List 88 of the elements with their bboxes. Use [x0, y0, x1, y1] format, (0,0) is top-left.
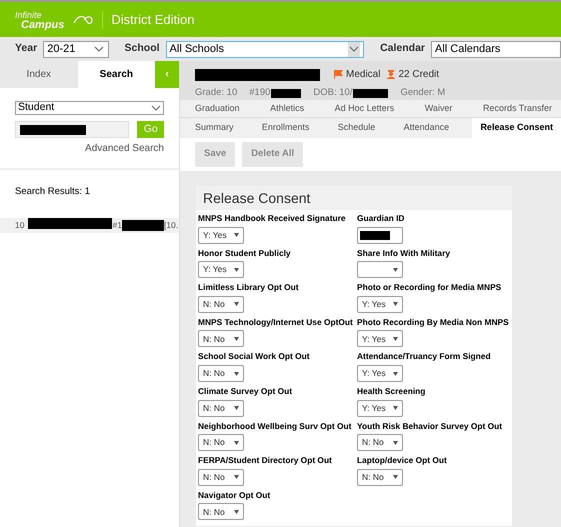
- dropdown-arrow-icon: [393, 475, 398, 480]
- dropdown-arrow-icon: [234, 440, 239, 445]
- field-label: Honor Student Publicly: [198, 246, 292, 260]
- field-label: Youth Risk Behavior Survey Opt Out: [357, 420, 504, 432]
- field-label: Climate Survey Opt Out: [198, 385, 294, 398]
- consent-select[interactable]: N: No: [198, 468, 244, 486]
- consent-select[interactable]: N: No: [198, 503, 244, 520]
- field-label: Limitless Library Opt Out: [198, 281, 300, 294]
- consent-select[interactable]: Y: Yes: [357, 400, 403, 417]
- dropdown-arrow-icon: [234, 475, 239, 480]
- panel-title: Release Consent: [203, 188, 310, 208]
- module-tab[interactable]: Summary: [190, 118, 239, 138]
- student-info: DOB: 10/: [313, 86, 352, 100]
- dropdown-arrow-icon: [234, 406, 239, 410]
- dropdown-arrow-icon: [393, 302, 398, 306]
- module-tab[interactable]: Attendance: [398, 118, 454, 138]
- search-field[interactable]: [15, 121, 130, 138]
- consent-select[interactable]: N: No: [357, 468, 403, 486]
- dropdown-arrow-icon: [393, 268, 398, 272]
- dropdown-arrow-icon: [393, 406, 398, 410]
- consent-select[interactable]: [357, 261, 403, 278]
- student-info: Gender: M: [400, 86, 446, 100]
- field-label: Photo or Recording for Media MNPS: [357, 281, 502, 294]
- module-tab[interactable]: Athletics: [265, 100, 310, 117]
- search-type-select[interactable]: Student: [15, 101, 164, 115]
- chevron-down-icon: [151, 105, 161, 111]
- field-label: MNPS Technology/Internet Use OptOut: [198, 316, 354, 328]
- consent-select[interactable]: N: No: [198, 330, 244, 348]
- dropdown-arrow-icon: [234, 510, 239, 514]
- student-flag[interactable]: 22 Credit: [387, 67, 440, 82]
- consent-select[interactable]: N: No: [357, 434, 403, 452]
- consent-select[interactable]: Y: Yes: [198, 261, 244, 278]
- field-label: Navigator Opt Out: [198, 488, 272, 502]
- consent-select[interactable]: N: No: [198, 365, 244, 382]
- search-results-count: Search Results: 1: [14, 185, 91, 199]
- field-label: Attendance/Truancy Form Signed: [357, 350, 492, 364]
- consent-select[interactable]: Y: Yes: [198, 226, 244, 244]
- redaction-bar: [122, 220, 164, 232]
- dropdown-arrow-icon: [393, 440, 398, 445]
- dropdown-arrow-icon: [234, 233, 239, 238]
- student-info: #190: [249, 86, 270, 100]
- consent-select[interactable]: Y: Yes: [357, 296, 403, 313]
- module-tab[interactable]: Schedule: [332, 118, 380, 138]
- filter-select[interactable]: 20-21: [43, 40, 109, 58]
- chevron-down-icon: [94, 46, 104, 52]
- filter-label: Calendar: [380, 41, 425, 56]
- dropdown-arrow-icon: [234, 372, 239, 376]
- module-tab[interactable]: Release Consent: [472, 118, 561, 138]
- swirl-icon: [72, 14, 94, 26]
- flag-icon: [334, 70, 343, 79]
- consent-select[interactable]: Y: Yes: [357, 330, 403, 348]
- filter-label: Year: [15, 41, 38, 56]
- field-label: Health Screening: [357, 385, 426, 398]
- dropdown-arrow-icon: [234, 336, 239, 341]
- person-icon: [387, 70, 396, 79]
- sidebar-tab[interactable]: Index: [0, 61, 78, 88]
- student-info: Grade: 10: [195, 86, 238, 100]
- edition-title: District Edition: [111, 10, 194, 29]
- advanced-search-link[interactable]: Advanced Search: [85, 141, 164, 156]
- dropdown-arrow-icon: [393, 372, 398, 376]
- student-flag[interactable]: Medical: [334, 67, 380, 82]
- consent-select[interactable]: N: No: [198, 434, 244, 452]
- field-label: Share Info With Military: [357, 246, 451, 260]
- consent-select[interactable]: Y: Yes: [357, 365, 403, 382]
- chevron-down-icon: [349, 46, 360, 52]
- field-label: Photo Recording By Media Non MNPS: [357, 316, 510, 328]
- module-tab[interactable]: Graduation: [190, 100, 245, 117]
- filter-label: School: [124, 41, 160, 56]
- module-tab[interactable]: Enrollments: [256, 118, 314, 138]
- filter-select[interactable]: All Schools: [166, 40, 364, 58]
- field-label: FERPA/Student Directory Opt Out: [198, 454, 333, 467]
- field-label: MNPS Handbook Received Signature: [198, 212, 347, 225]
- module-tab[interactable]: Ad Hoc Letters: [330, 100, 400, 117]
- filter-select[interactable]: All Calendars: [431, 40, 561, 58]
- guardian-id-field[interactable]: [357, 226, 403, 244]
- field-label: School Social Work Opt Out: [198, 350, 311, 364]
- field-label: Neighborhood Wellbeing Surv Opt Out: [198, 420, 352, 432]
- dropdown-arrow-icon: [393, 336, 398, 341]
- field-label: Laptop/device Opt Out: [357, 454, 448, 467]
- module-tab[interactable]: Waiver: [420, 100, 458, 117]
- consent-select[interactable]: N: No: [198, 400, 244, 417]
- consent-select[interactable]: N: No: [198, 296, 244, 313]
- dropdown-arrow-icon: [234, 268, 239, 272]
- sidebar-tab[interactable]: Search: [78, 61, 156, 88]
- module-tab[interactable]: Records Transfer: [478, 100, 557, 117]
- field-label: Guardian ID: [357, 212, 406, 225]
- dropdown-arrow-icon: [234, 302, 239, 306]
- search-result-row[interactable]: 10 #1 [10.: [0, 218, 179, 234]
